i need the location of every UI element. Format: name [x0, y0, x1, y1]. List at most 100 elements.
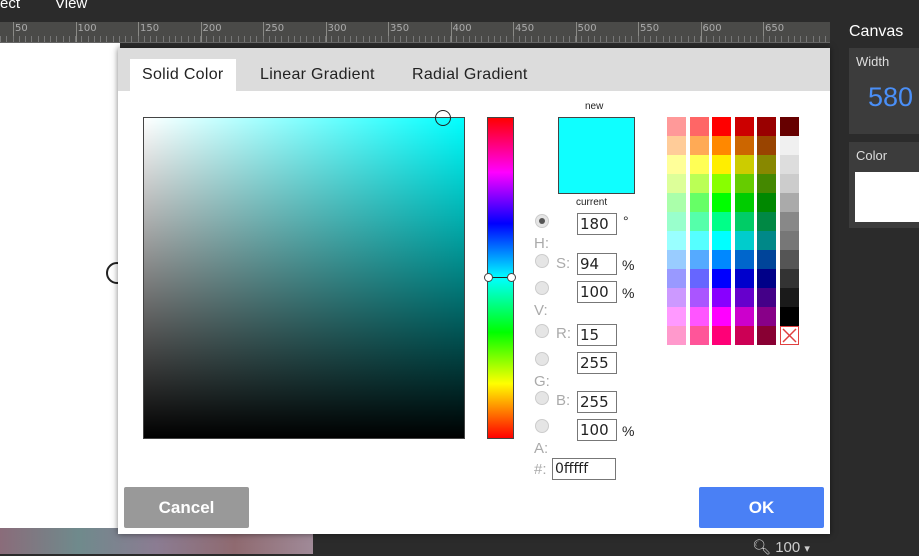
palette-swatch[interactable]: [779, 269, 799, 288]
palette-swatch[interactable]: [667, 193, 686, 212]
palette-swatch[interactable]: [689, 174, 709, 193]
sv-cursor[interactable]: [435, 110, 451, 126]
palette-swatch[interactable]: [712, 136, 731, 155]
palette-swatch[interactable]: [712, 212, 731, 231]
canvas-workarea[interactable]: [0, 43, 120, 528]
palette-swatch[interactable]: [757, 326, 776, 345]
hue-slider[interactable]: [484, 117, 516, 439]
palette-swatch[interactable]: [734, 193, 754, 212]
palette-swatch[interactable]: [689, 193, 709, 212]
palette-swatch[interactable]: [689, 288, 709, 307]
palette-swatch[interactable]: [779, 231, 799, 250]
radio-a[interactable]: [535, 419, 549, 433]
palette-swatch[interactable]: [689, 155, 709, 174]
palette-none-swatch[interactable]: [779, 326, 799, 345]
palette-swatch[interactable]: [757, 250, 776, 269]
palette-swatch[interactable]: [667, 155, 686, 174]
palette-swatch[interactable]: [712, 231, 731, 250]
palette-swatch[interactable]: [712, 269, 731, 288]
palette-swatch[interactable]: [689, 117, 709, 136]
palette-swatch[interactable]: [734, 326, 754, 345]
v-input[interactable]: 100: [577, 281, 617, 303]
hue-handle-left[interactable]: [484, 273, 493, 282]
zoom-control[interactable]: 🔍︎ 100 ▾: [752, 538, 810, 556]
palette-swatch[interactable]: [712, 250, 731, 269]
tab-linear-gradient[interactable]: Linear Gradient: [248, 59, 387, 91]
palette-swatch[interactable]: [757, 155, 776, 174]
palette-swatch[interactable]: [734, 136, 754, 155]
palette-swatch[interactable]: [667, 212, 686, 231]
palette-swatch[interactable]: [712, 193, 731, 212]
hue-handle-right[interactable]: [507, 273, 516, 282]
radio-r[interactable]: [535, 324, 549, 338]
palette-swatch[interactable]: [667, 326, 686, 345]
palette-swatch[interactable]: [779, 117, 799, 136]
palette-swatch[interactable]: [779, 288, 799, 307]
palette-swatch[interactable]: [667, 117, 686, 136]
palette-swatch[interactable]: [712, 155, 731, 174]
palette-swatch[interactable]: [757, 307, 776, 326]
palette-swatch[interactable]: [779, 174, 799, 193]
palette-swatch[interactable]: [734, 155, 754, 174]
palette-swatch[interactable]: [734, 288, 754, 307]
palette-swatch[interactable]: [779, 155, 799, 174]
r-input[interactable]: 15: [577, 324, 617, 346]
h-input[interactable]: 180: [577, 213, 617, 235]
palette-swatch[interactable]: [779, 307, 799, 326]
color-field[interactable]: Color: [849, 142, 919, 228]
palette-swatch[interactable]: [734, 174, 754, 193]
palette-swatch[interactable]: [757, 269, 776, 288]
palette-swatch[interactable]: [779, 136, 799, 155]
palette-swatch[interactable]: [779, 193, 799, 212]
palette-swatch[interactable]: [689, 212, 709, 231]
radio-s[interactable]: [535, 254, 549, 268]
palette-swatch[interactable]: [689, 307, 709, 326]
palette-swatch[interactable]: [667, 136, 686, 155]
palette-swatch[interactable]: [712, 307, 731, 326]
palette-swatch[interactable]: [667, 307, 686, 326]
palette-swatch[interactable]: [757, 136, 776, 155]
palette-swatch[interactable]: [667, 269, 686, 288]
menu-item-select[interactable]: ect: [0, 0, 20, 12]
palette-swatch[interactable]: [689, 326, 709, 345]
radio-h[interactable]: [535, 214, 549, 228]
radio-v[interactable]: [535, 281, 549, 295]
palette-swatch[interactable]: [757, 193, 776, 212]
width-field[interactable]: Width 580: [849, 48, 919, 134]
palette-swatch[interactable]: [712, 326, 731, 345]
s-input[interactable]: 94: [577, 253, 617, 275]
palette-swatch[interactable]: [689, 269, 709, 288]
palette-swatch[interactable]: [712, 174, 731, 193]
b-input[interactable]: 255: [577, 391, 617, 413]
palette-swatch[interactable]: [667, 174, 686, 193]
palette-swatch[interactable]: [712, 288, 731, 307]
palette-swatch[interactable]: [689, 250, 709, 269]
palette-swatch[interactable]: [757, 231, 776, 250]
palette-swatch[interactable]: [734, 250, 754, 269]
palette-swatch[interactable]: [779, 250, 799, 269]
palette-swatch[interactable]: [689, 136, 709, 155]
menu-item-view[interactable]: View: [55, 0, 87, 12]
palette-swatch[interactable]: [667, 250, 686, 269]
radio-b[interactable]: [535, 391, 549, 405]
canvas-color-swatch[interactable]: [855, 172, 919, 222]
a-input[interactable]: 100: [577, 419, 617, 441]
palette-swatch[interactable]: [757, 288, 776, 307]
tab-radial-gradient[interactable]: Radial Gradient: [400, 59, 540, 91]
ok-button[interactable]: OK: [699, 487, 824, 528]
palette-swatch[interactable]: [734, 212, 754, 231]
palette-swatch[interactable]: [757, 117, 776, 136]
palette-swatch[interactable]: [734, 269, 754, 288]
radio-g[interactable]: [535, 352, 549, 366]
palette-swatch[interactable]: [734, 307, 754, 326]
palette-swatch[interactable]: [757, 212, 776, 231]
palette-swatch[interactable]: [667, 288, 686, 307]
saturation-value-picker[interactable]: [143, 110, 465, 439]
palette-swatch[interactable]: [734, 117, 754, 136]
palette-swatch[interactable]: [712, 117, 731, 136]
palette-swatch[interactable]: [667, 231, 686, 250]
palette-swatch[interactable]: [779, 212, 799, 231]
g-input[interactable]: 255: [577, 352, 617, 374]
palette-swatch[interactable]: [757, 174, 776, 193]
tab-solid-color[interactable]: Solid Color: [130, 59, 236, 91]
